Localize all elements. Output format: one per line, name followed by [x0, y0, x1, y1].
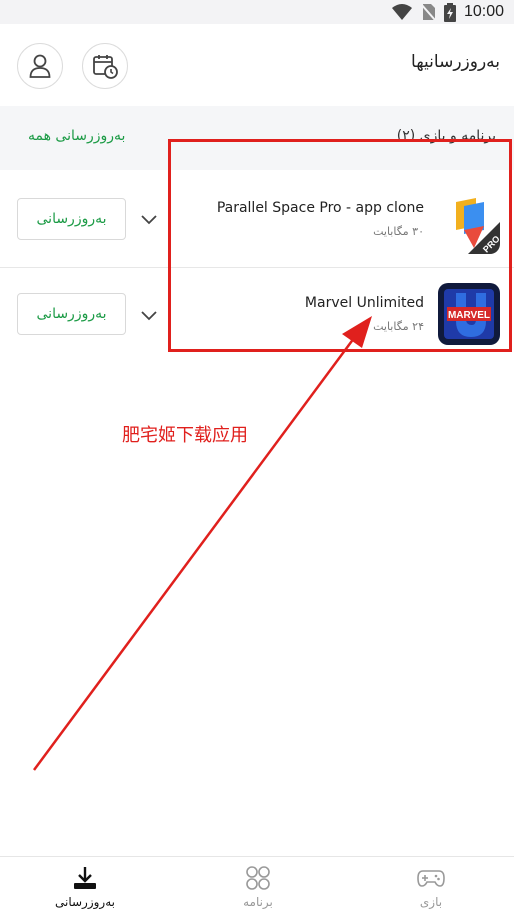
bottom-navigation: بەروزرسانی برنامه بازی: [0, 856, 514, 915]
apps-grid-icon: [246, 866, 270, 890]
schedule-button[interactable]: [82, 43, 128, 89]
battery-charging-icon: [443, 2, 456, 22]
wifi-icon: [391, 4, 412, 20]
status-icons: 10:00: [391, 2, 504, 22]
nav-label: بازی: [419, 895, 443, 909]
app-size: ۳۰ مگابایت: [373, 225, 424, 238]
gamepad-icon: [417, 870, 445, 887]
nav-item-updates[interactable]: بەروزرسانی: [30, 865, 140, 909]
update-button[interactable]: بەروزرسانی: [17, 293, 126, 335]
nav-label: بەروزرسانی: [54, 895, 115, 909]
status-time: 10:00: [463, 3, 504, 20]
nav-item-apps[interactable]: برنامه: [203, 865, 313, 909]
page-title: بەروزرسانیها: [411, 52, 500, 72]
section-count-label: برنامه و بازی (۲): [396, 128, 496, 144]
app-row-marvel-unlimited: MARVEL Marvel Unlimited ۲۴ مگابایت بەروز…: [0, 268, 514, 364]
download-icon: [74, 867, 96, 889]
marvel-unlimited-app-icon: MARVEL: [438, 283, 500, 345]
svg-text:MARVEL: MARVEL: [448, 310, 490, 321]
nav-label: برنامه: [243, 895, 273, 909]
app-name: Parallel Space Pro - app clone: [216, 200, 424, 216]
annotation-text: 肥宅姬下载应用: [122, 425, 248, 446]
app-header: بەروزرسانیها: [0, 24, 514, 106]
parallel-space-app-icon: PRO: [438, 192, 500, 254]
app-size: ۲۴ مگابایت: [373, 320, 424, 333]
chevron-down-icon[interactable]: [140, 306, 158, 324]
section-bar: برنامه و بازی (۲) بەروزرسانی همه: [0, 106, 514, 170]
update-button[interactable]: بەروزرسانی: [17, 198, 126, 240]
app-name: Marvel Unlimited: [304, 295, 424, 311]
calendar-clock-icon: [93, 55, 118, 79]
no-sim-icon: [420, 3, 436, 21]
profile-button[interactable]: [17, 43, 63, 89]
app-row-parallel-space: PRO Parallel Space Pro - app clone ۳۰ مگ…: [0, 172, 514, 268]
update-all-button[interactable]: بەروزرسانی همه: [28, 128, 125, 144]
user-icon: [29, 54, 51, 78]
chevron-down-icon[interactable]: [140, 210, 158, 228]
status-bar: 10:00: [0, 0, 514, 24]
nav-item-games[interactable]: بازی: [376, 865, 486, 909]
